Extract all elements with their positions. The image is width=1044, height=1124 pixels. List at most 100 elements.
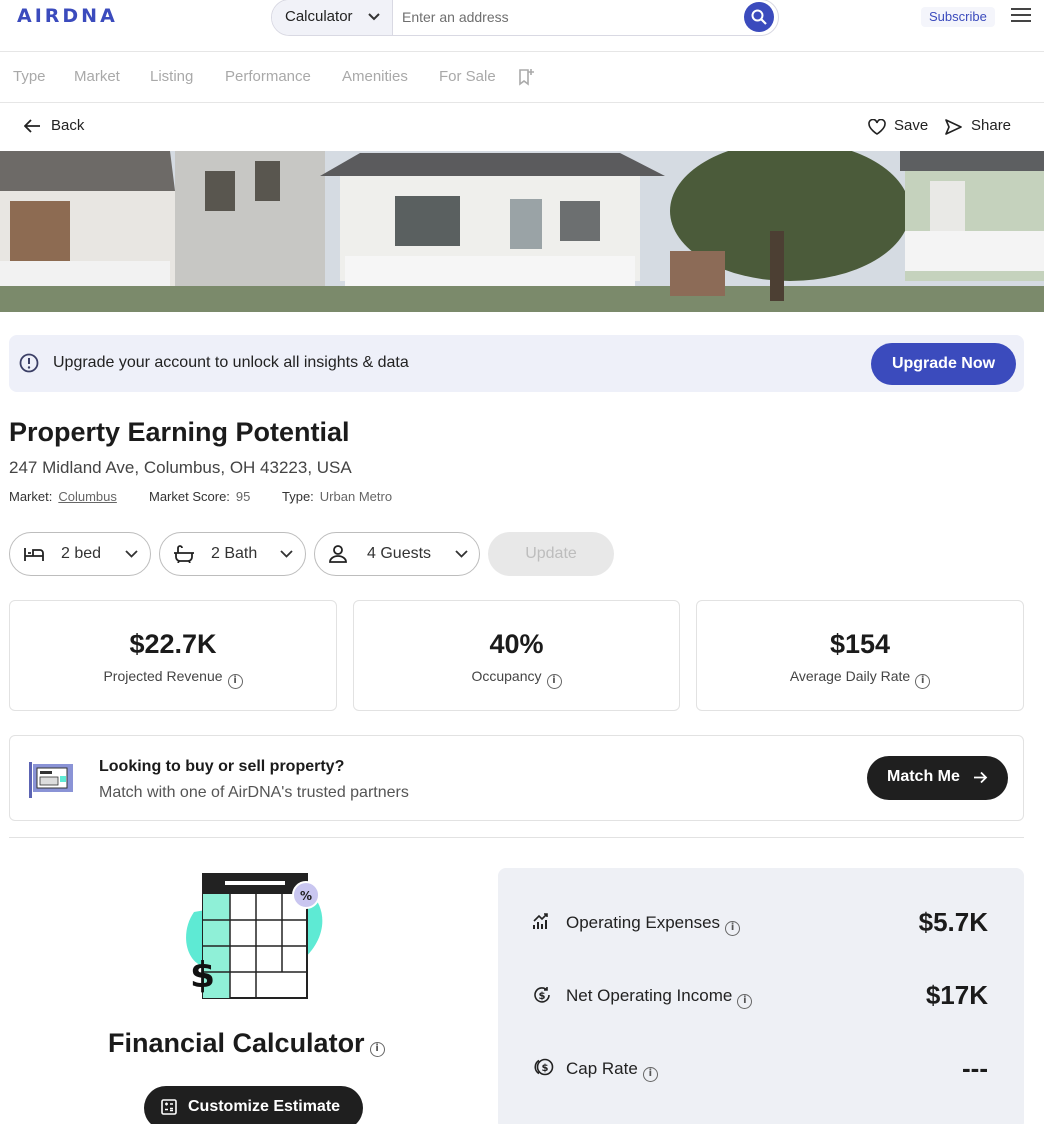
property-street-photo bbox=[0, 151, 1044, 312]
share-label: Share bbox=[971, 117, 1012, 134]
financial-calculator-title: Financial Calculator i bbox=[108, 1028, 385, 1059]
average-daily-rate-value: $154 bbox=[829, 629, 891, 659]
save-label: Save bbox=[894, 117, 929, 134]
svg-text:$: $ bbox=[539, 991, 546, 1002]
type-value: Urban Metro bbox=[319, 489, 393, 504]
financial-summary-panel: Operating Expenses i $5.7K $ Net Operatin… bbox=[498, 868, 1024, 1124]
info-icon[interactable]: i bbox=[227, 674, 243, 689]
tab-listing[interactable]: Listing bbox=[150, 68, 193, 85]
operating-expenses-label-row: Operating Expenses i bbox=[566, 913, 741, 936]
upgrade-message: Upgrade your account to unlock all insig… bbox=[53, 354, 409, 371]
guests-value: 4 Guests bbox=[367, 545, 432, 562]
occupancy-label-row: Occupancy i bbox=[354, 668, 679, 689]
expenses-trend-icon bbox=[533, 913, 548, 929]
net-operating-income-label: Net Operating Income bbox=[566, 986, 733, 1005]
type-meta: Type: Urban Metro bbox=[282, 489, 392, 504]
svg-text:%: % bbox=[300, 889, 312, 903]
bathrooms-select[interactable]: 2 Bath bbox=[159, 532, 306, 576]
operating-expenses-label: Operating Expenses bbox=[566, 913, 721, 932]
bedrooms-value: 2 bed bbox=[61, 545, 102, 562]
subscribe-button[interactable]: Subscribe bbox=[921, 7, 995, 27]
address-search-input[interactable] bbox=[402, 7, 722, 27]
chevron-down-icon bbox=[455, 550, 468, 558]
bookmark-add-icon[interactable] bbox=[517, 68, 535, 86]
section-nav: Type Market Listing Performance Amenitie… bbox=[0, 52, 1044, 103]
partner-match-card: Looking to buy or sell property? Match w… bbox=[9, 735, 1024, 821]
partner-heading: Looking to buy or sell property? bbox=[99, 758, 345, 775]
occupancy-value: 40% bbox=[489, 629, 544, 659]
save-button[interactable]: Save bbox=[868, 117, 929, 135]
average-daily-rate-label-row: Average Daily Rate i bbox=[697, 668, 1023, 689]
hamburger-menu-icon[interactable] bbox=[1011, 8, 1031, 24]
cap-rate-label: Cap Rate bbox=[566, 1059, 638, 1078]
occupancy-card: 40% Occupancy i bbox=[353, 600, 680, 711]
projected-revenue-label: Projected Revenue bbox=[103, 668, 223, 684]
guests-select[interactable]: 4 Guests bbox=[314, 532, 480, 576]
search-mode-dropdown[interactable]: Calculator bbox=[272, 0, 393, 35]
info-icon[interactable]: i bbox=[546, 674, 562, 689]
page-title: Property Earning Potential bbox=[9, 417, 350, 447]
net-operating-income-label-row: Net Operating Income i bbox=[566, 986, 753, 1009]
projected-revenue-value: $22.7K bbox=[129, 629, 217, 659]
upgrade-now-button[interactable]: Upgrade Now bbox=[871, 343, 1016, 385]
projected-revenue-card: $22.7K Projected Revenue i bbox=[9, 600, 337, 711]
section-divider bbox=[9, 837, 1024, 838]
chevron-down-icon bbox=[125, 550, 138, 558]
info-icon[interactable]: i bbox=[737, 994, 753, 1009]
property-address: 247 Midland Ave, Columbus, OH 43223, USA bbox=[9, 458, 352, 477]
tab-for-sale[interactable]: For Sale bbox=[439, 68, 496, 85]
market-label: Market: bbox=[9, 489, 53, 504]
action-bar: Back Save Share bbox=[0, 103, 1044, 151]
average-daily-rate-label: Average Daily Rate bbox=[789, 668, 911, 684]
operating-expenses-row: Operating Expenses i $5.7K bbox=[498, 903, 1024, 943]
calculator-icon bbox=[161, 1099, 177, 1115]
info-circle-icon bbox=[19, 353, 39, 373]
update-button[interactable]: Update bbox=[488, 532, 614, 576]
income-cycle-icon: $ bbox=[534, 987, 550, 1003]
occupancy-label: Occupancy bbox=[471, 668, 542, 684]
info-icon[interactable]: i bbox=[915, 674, 931, 689]
net-operating-income-row: $ Net Operating Income i $17K bbox=[498, 976, 1024, 1016]
person-icon bbox=[329, 545, 347, 563]
match-me-button[interactable]: Match Me bbox=[867, 756, 1008, 800]
search-mode-label: Calculator bbox=[285, 8, 353, 25]
cap-rate-row: $ Cap Rate i --- bbox=[498, 1049, 1024, 1089]
tab-performance[interactable]: Performance bbox=[225, 68, 311, 85]
market-link[interactable]: Columbus bbox=[58, 489, 117, 504]
customize-estimate-label: Customize Estimate bbox=[188, 1098, 341, 1115]
search-icon bbox=[751, 9, 767, 25]
average-daily-rate-card: $154 Average Daily Rate i bbox=[696, 600, 1024, 711]
back-button[interactable]: Back bbox=[24, 117, 84, 134]
cap-rate-label-row: Cap Rate i bbox=[566, 1059, 658, 1082]
back-label: Back bbox=[51, 117, 85, 134]
search-bar: Calculator bbox=[271, 0, 779, 36]
share-icon bbox=[945, 119, 962, 135]
bathtub-icon bbox=[174, 545, 194, 563]
cap-rate-value: --- bbox=[962, 1053, 988, 1083]
bedrooms-select[interactable]: 2 bed bbox=[9, 532, 151, 576]
tab-amenities[interactable]: Amenities bbox=[342, 68, 408, 85]
market-score-value: 95 bbox=[235, 489, 251, 504]
calculator-illustration: % $ bbox=[186, 873, 323, 999]
tab-type[interactable]: Type bbox=[13, 68, 46, 85]
market-score-meta: Market Score: 95 bbox=[149, 489, 250, 504]
search-button[interactable] bbox=[744, 2, 774, 32]
operating-expenses-value: $5.7K bbox=[918, 907, 988, 937]
airdna-logo[interactable]: AIRDNA bbox=[17, 5, 118, 27]
net-operating-income-value: $17K bbox=[925, 980, 988, 1010]
info-icon[interactable]: i bbox=[642, 1067, 658, 1082]
for-sale-sign-icon bbox=[29, 762, 73, 798]
svg-text:$: $ bbox=[190, 955, 215, 996]
arrow-right-icon bbox=[974, 771, 988, 784]
upgrade-banner: Upgrade your account to unlock all insig… bbox=[9, 335, 1024, 392]
share-button[interactable]: Share bbox=[945, 117, 1012, 135]
market-meta: Market: Columbus bbox=[9, 489, 117, 504]
bathrooms-value: 2 Bath bbox=[211, 545, 258, 562]
type-label: Type: bbox=[282, 489, 314, 504]
partner-subtext: Match with one of AirDNA's trusted partn… bbox=[99, 784, 409, 801]
info-icon[interactable]: i bbox=[369, 1042, 385, 1057]
info-icon[interactable]: i bbox=[725, 921, 741, 936]
customize-estimate-button[interactable]: Customize Estimate bbox=[144, 1086, 363, 1124]
match-me-label: Match Me bbox=[887, 768, 960, 785]
tab-market[interactable]: Market bbox=[74, 68, 120, 85]
